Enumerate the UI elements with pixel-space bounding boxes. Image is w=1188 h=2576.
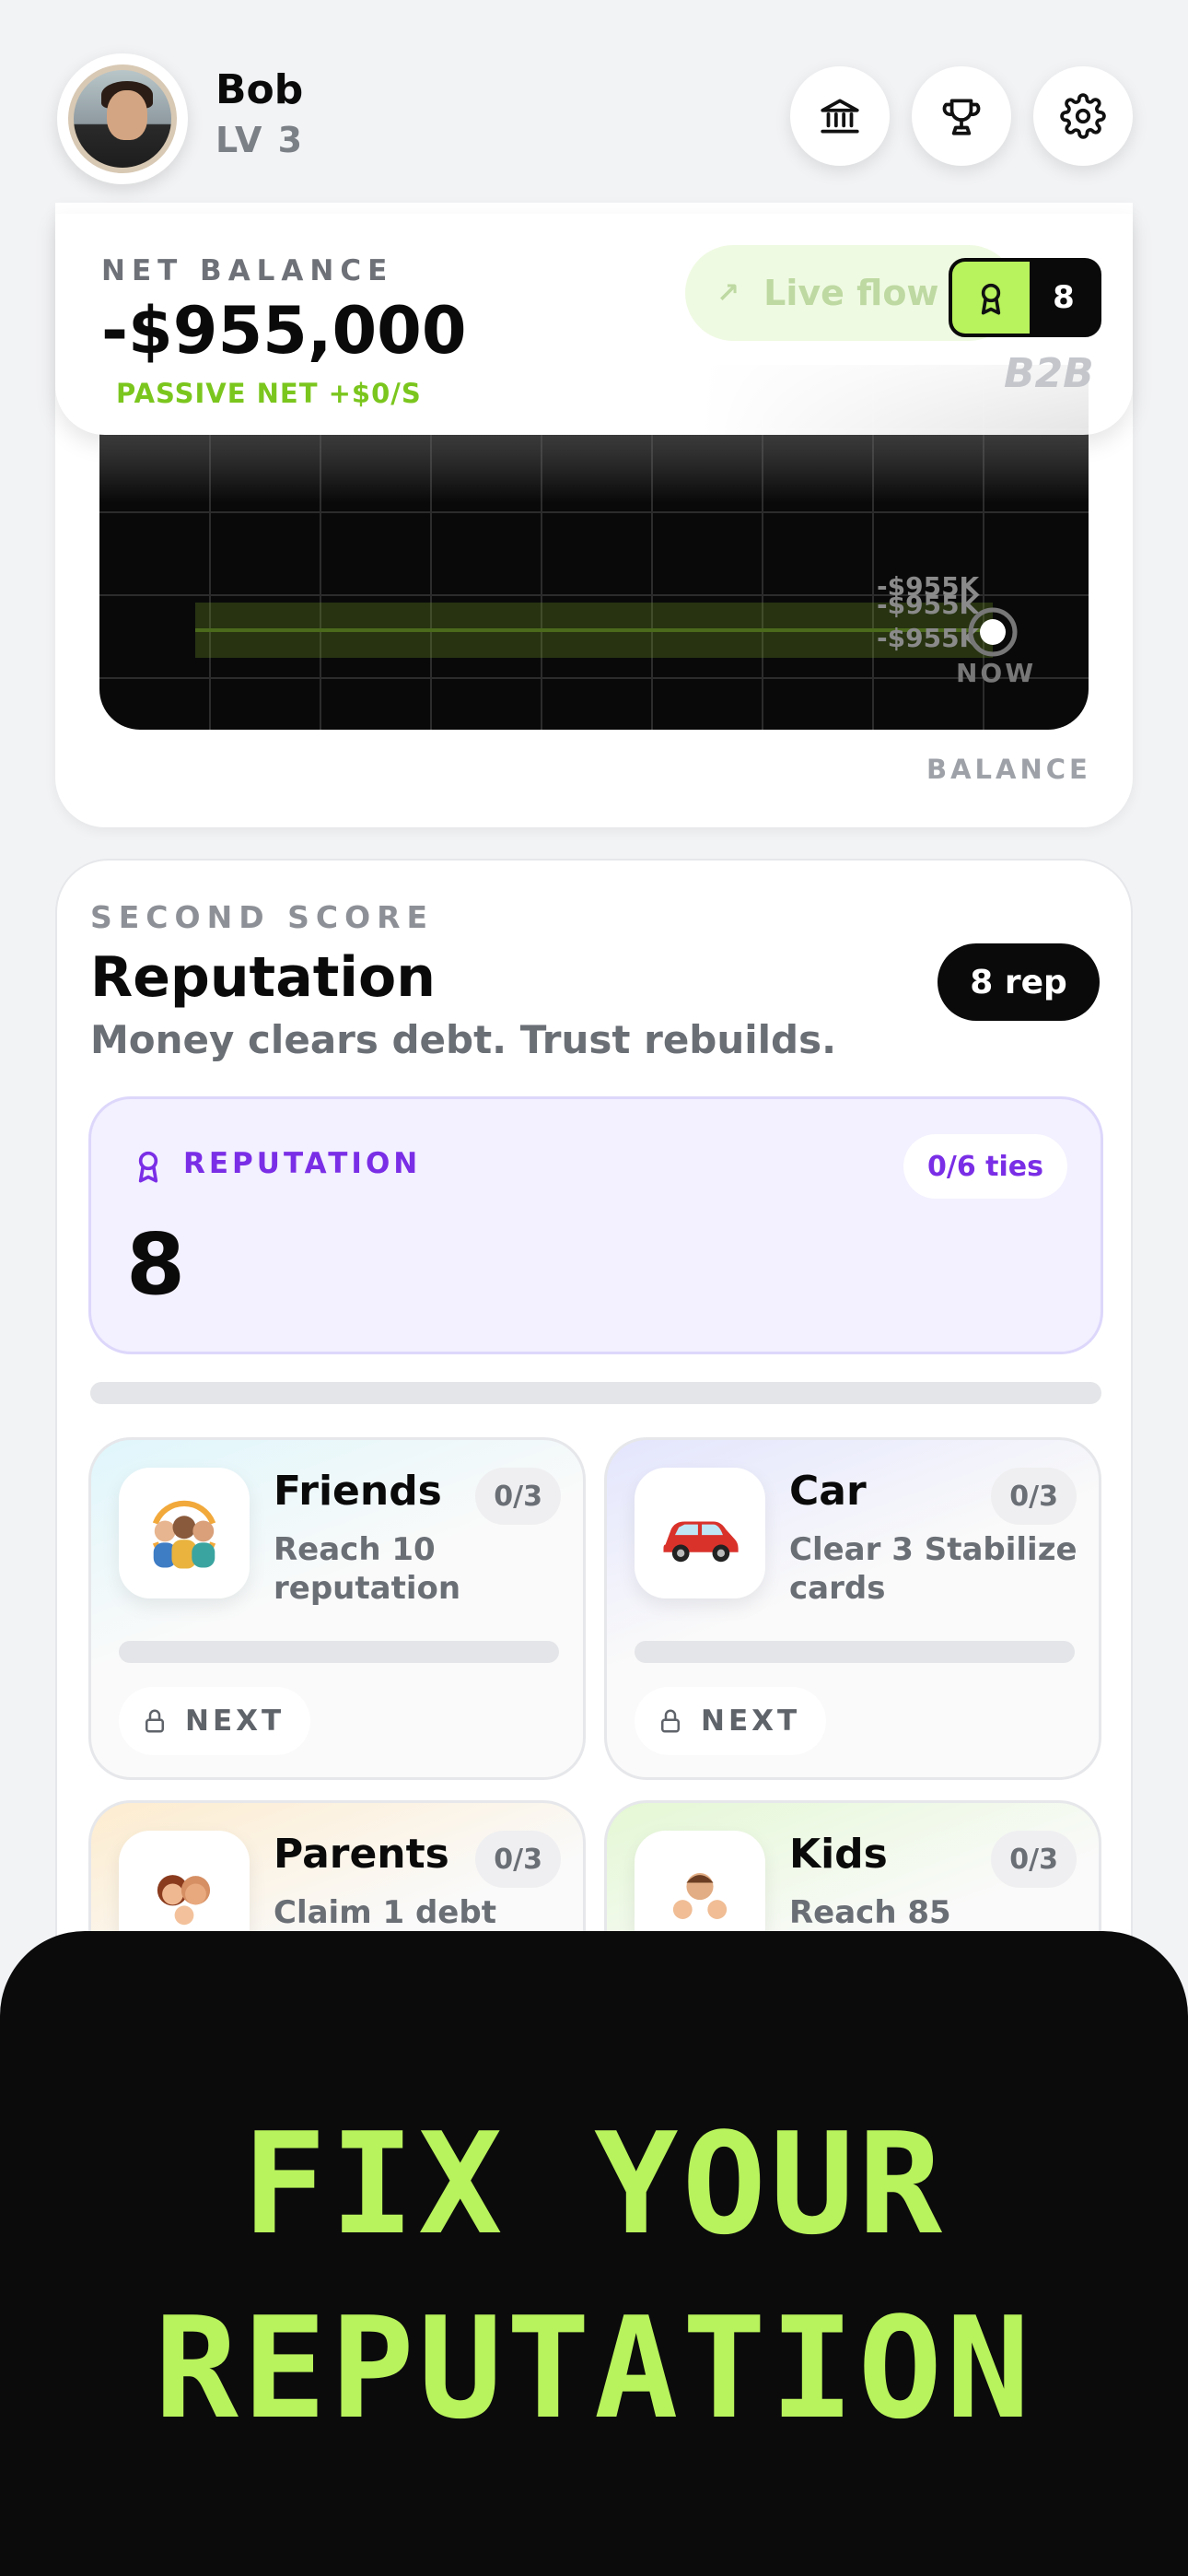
tie-next-button[interactable]: NEXT bbox=[635, 1687, 827, 1755]
live-flow-label: Live flow bbox=[763, 273, 939, 313]
tie-card-car[interactable]: Car 0/3 Clear 3 Stabilize cards NEXT bbox=[604, 1437, 1101, 1780]
trophy-icon bbox=[942, 99, 981, 135]
user-level: LV 3 bbox=[215, 120, 305, 160]
tie-description: Reach 10 reputation bbox=[274, 1531, 461, 1607]
tie-description: Claim 1 debt bbox=[274, 1894, 496, 1931]
tie-count: 0/3 bbox=[475, 1831, 561, 1888]
tie-name: Friends bbox=[274, 1468, 442, 1515]
promo-banner: FIX YOUR REPUTATION bbox=[0, 1931, 1188, 2576]
tie-description: Reach 85 bbox=[789, 1894, 951, 1931]
chart-now-label: NOW bbox=[956, 658, 1036, 688]
section-label: SECOND SCORE bbox=[90, 899, 435, 935]
tie-progress-bar bbox=[119, 1641, 559, 1663]
reputation-progress-bar bbox=[90, 1382, 1101, 1404]
friends-icon bbox=[119, 1468, 250, 1598]
reputation-badge: 8 rep bbox=[938, 943, 1100, 1021]
tie-card-friends[interactable]: Friends 0/3 Reach 10 reputation NEXT bbox=[88, 1437, 586, 1780]
balance-header: NET BALANCE -$955,000 PASSIVE NET +$0/S … bbox=[55, 214, 1133, 435]
ribbon-icon bbox=[138, 1151, 158, 1183]
chart-axis-label: BALANCE bbox=[926, 754, 1091, 785]
tie-name: Kids bbox=[789, 1831, 888, 1878]
tie-next-label: NEXT bbox=[185, 1704, 285, 1738]
reputation-pill-count: 8 bbox=[1053, 279, 1075, 316]
chart-now-marker bbox=[980, 619, 1006, 645]
chart-tick-label: -$955K bbox=[877, 623, 981, 653]
bank-button[interactable] bbox=[790, 66, 890, 166]
reputation-value: 8 bbox=[126, 1215, 186, 1314]
tie-name: Parents bbox=[274, 1831, 449, 1878]
trophy-button[interactable] bbox=[912, 66, 1011, 166]
settings-button[interactable] bbox=[1033, 66, 1133, 166]
tie-count: 0/3 bbox=[991, 1831, 1077, 1888]
arrow-up-right-icon: ↗ bbox=[716, 276, 740, 310]
reputation-score-box: REPUTATION 0/6 ties 8 bbox=[88, 1096, 1103, 1354]
tie-progress-bar bbox=[635, 1641, 1075, 1663]
gear-icon bbox=[1060, 93, 1106, 139]
net-balance-value: -$955,000 bbox=[101, 293, 467, 369]
lock-icon bbox=[146, 1709, 164, 1733]
ribbon-icon bbox=[981, 283, 1001, 315]
car-icon bbox=[635, 1468, 765, 1598]
promo-line-2: REPUTATION bbox=[154, 2287, 1034, 2450]
tie-name: Car bbox=[789, 1468, 867, 1515]
reputation-title: Reputation bbox=[90, 945, 436, 1010]
reputation-pill[interactable]: 8 bbox=[949, 258, 1101, 337]
ties-progress: 0/6 ties bbox=[903, 1134, 1067, 1199]
avatar[interactable] bbox=[57, 53, 188, 184]
reputation-subtitle: Money clears debt. Trust rebuilds. bbox=[90, 1017, 837, 1062]
passive-net: PASSIVE NET +$0/S bbox=[116, 378, 422, 409]
tie-next-label: NEXT bbox=[701, 1704, 801, 1738]
brand-logo: B2B bbox=[1004, 350, 1094, 397]
user-name: Bob bbox=[215, 66, 304, 113]
reputation-box-label: REPUTATION bbox=[183, 1147, 422, 1180]
tie-count: 0/3 bbox=[991, 1468, 1077, 1525]
promo-line-1: FIX YOUR bbox=[241, 2102, 947, 2266]
tie-next-button[interactable]: NEXT bbox=[119, 1687, 311, 1755]
top-bar: Bob LV 3 bbox=[0, 0, 1188, 221]
chart-tick-label: -$955K bbox=[877, 590, 981, 620]
tie-count: 0/3 bbox=[475, 1468, 561, 1525]
reputation-card: SECOND SCORE Reputation 8 rep Money clea… bbox=[55, 859, 1133, 2143]
lock-icon bbox=[661, 1709, 680, 1733]
tie-description: Clear 3 Stabilize cards bbox=[789, 1531, 1077, 1607]
avatar-image bbox=[68, 64, 177, 173]
bank-icon bbox=[821, 99, 859, 134]
net-balance-label: NET BALANCE bbox=[101, 254, 394, 287]
